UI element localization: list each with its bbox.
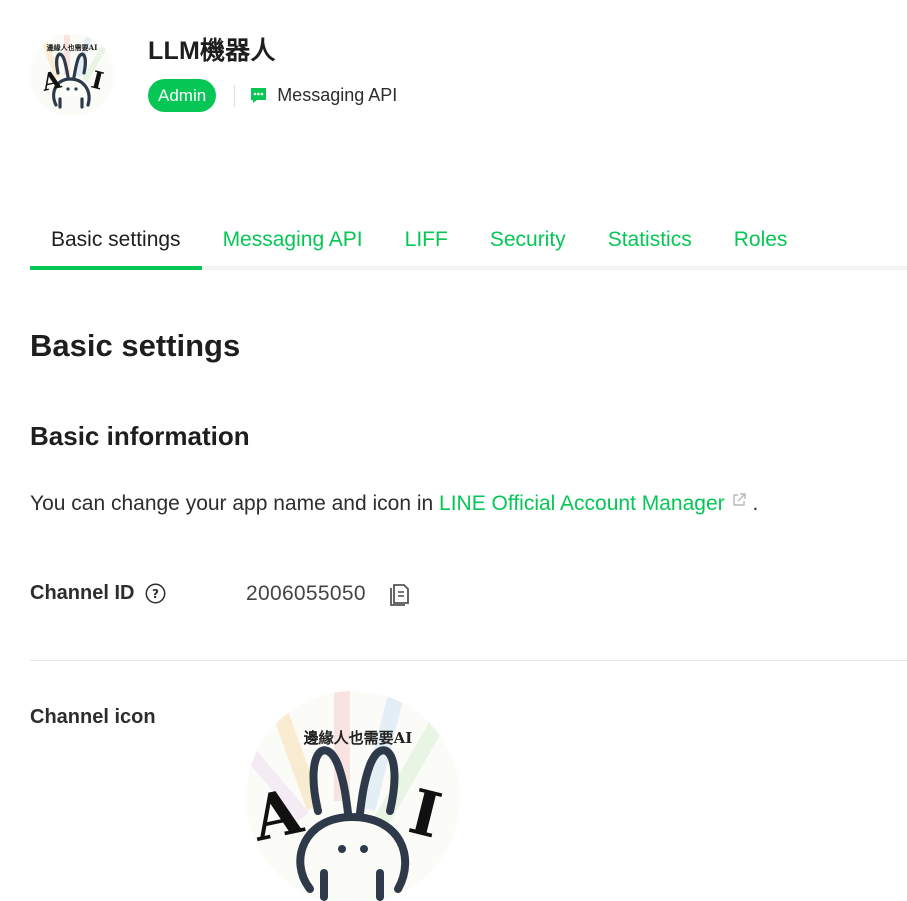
page-title: Basic settings [30,328,241,363]
app-name: LLM機器人 [148,37,276,65]
info-text-before: You can change your app name and icon in [30,492,440,515]
tab-liff[interactable]: LIFF [384,218,469,266]
tab-messaging-api[interactable]: Messaging API [202,218,384,266]
question-circle-icon[interactable]: ? [145,583,166,604]
svg-text:?: ? [152,587,159,601]
info-text: You can change your app name and icon in… [30,490,758,516]
tab-basic-settings[interactable]: Basic settings [30,218,202,270]
channel-icon-image: 邊緣人也需要AI A I [246,691,460,901]
channel-id-label: Channel ID [30,582,135,604]
section-title: Basic information [30,421,250,451]
tab-bar: Basic settings Messaging API LIFF Securi… [30,218,907,270]
external-link-icon [731,490,747,506]
channel-icon-label: Channel icon [30,706,156,728]
section-divider [30,660,907,661]
meta-divider [234,84,236,107]
chat-bubble-icon [249,86,268,105]
copy-icon[interactable] [389,582,411,606]
tab-security[interactable]: Security [469,218,587,266]
info-text-after: . [746,492,759,515]
channel-type-label: Messaging API [277,85,398,105]
svg-text:A: A [38,65,64,98]
tab-statistics[interactable]: Statistics [587,218,713,266]
channel-avatar: 邊緣人也需要AI A I [30,33,114,117]
tab-roles[interactable]: Roles [713,218,809,266]
avatar-caption: 邊緣人也需要AI [47,43,98,52]
channel-id-value: 2006055050 [246,582,366,605]
official-account-manager-link[interactable]: LINE Official Account Manager [439,492,747,515]
channel-header: 邊緣人也需要AI A I LLM機器人 Admin Messaging API [30,33,397,117]
role-badge: Admin [148,79,217,112]
channel-id-row-label: Channel ID ? [30,582,166,605]
icon-caption: 邊緣人也需要AI [304,729,413,747]
